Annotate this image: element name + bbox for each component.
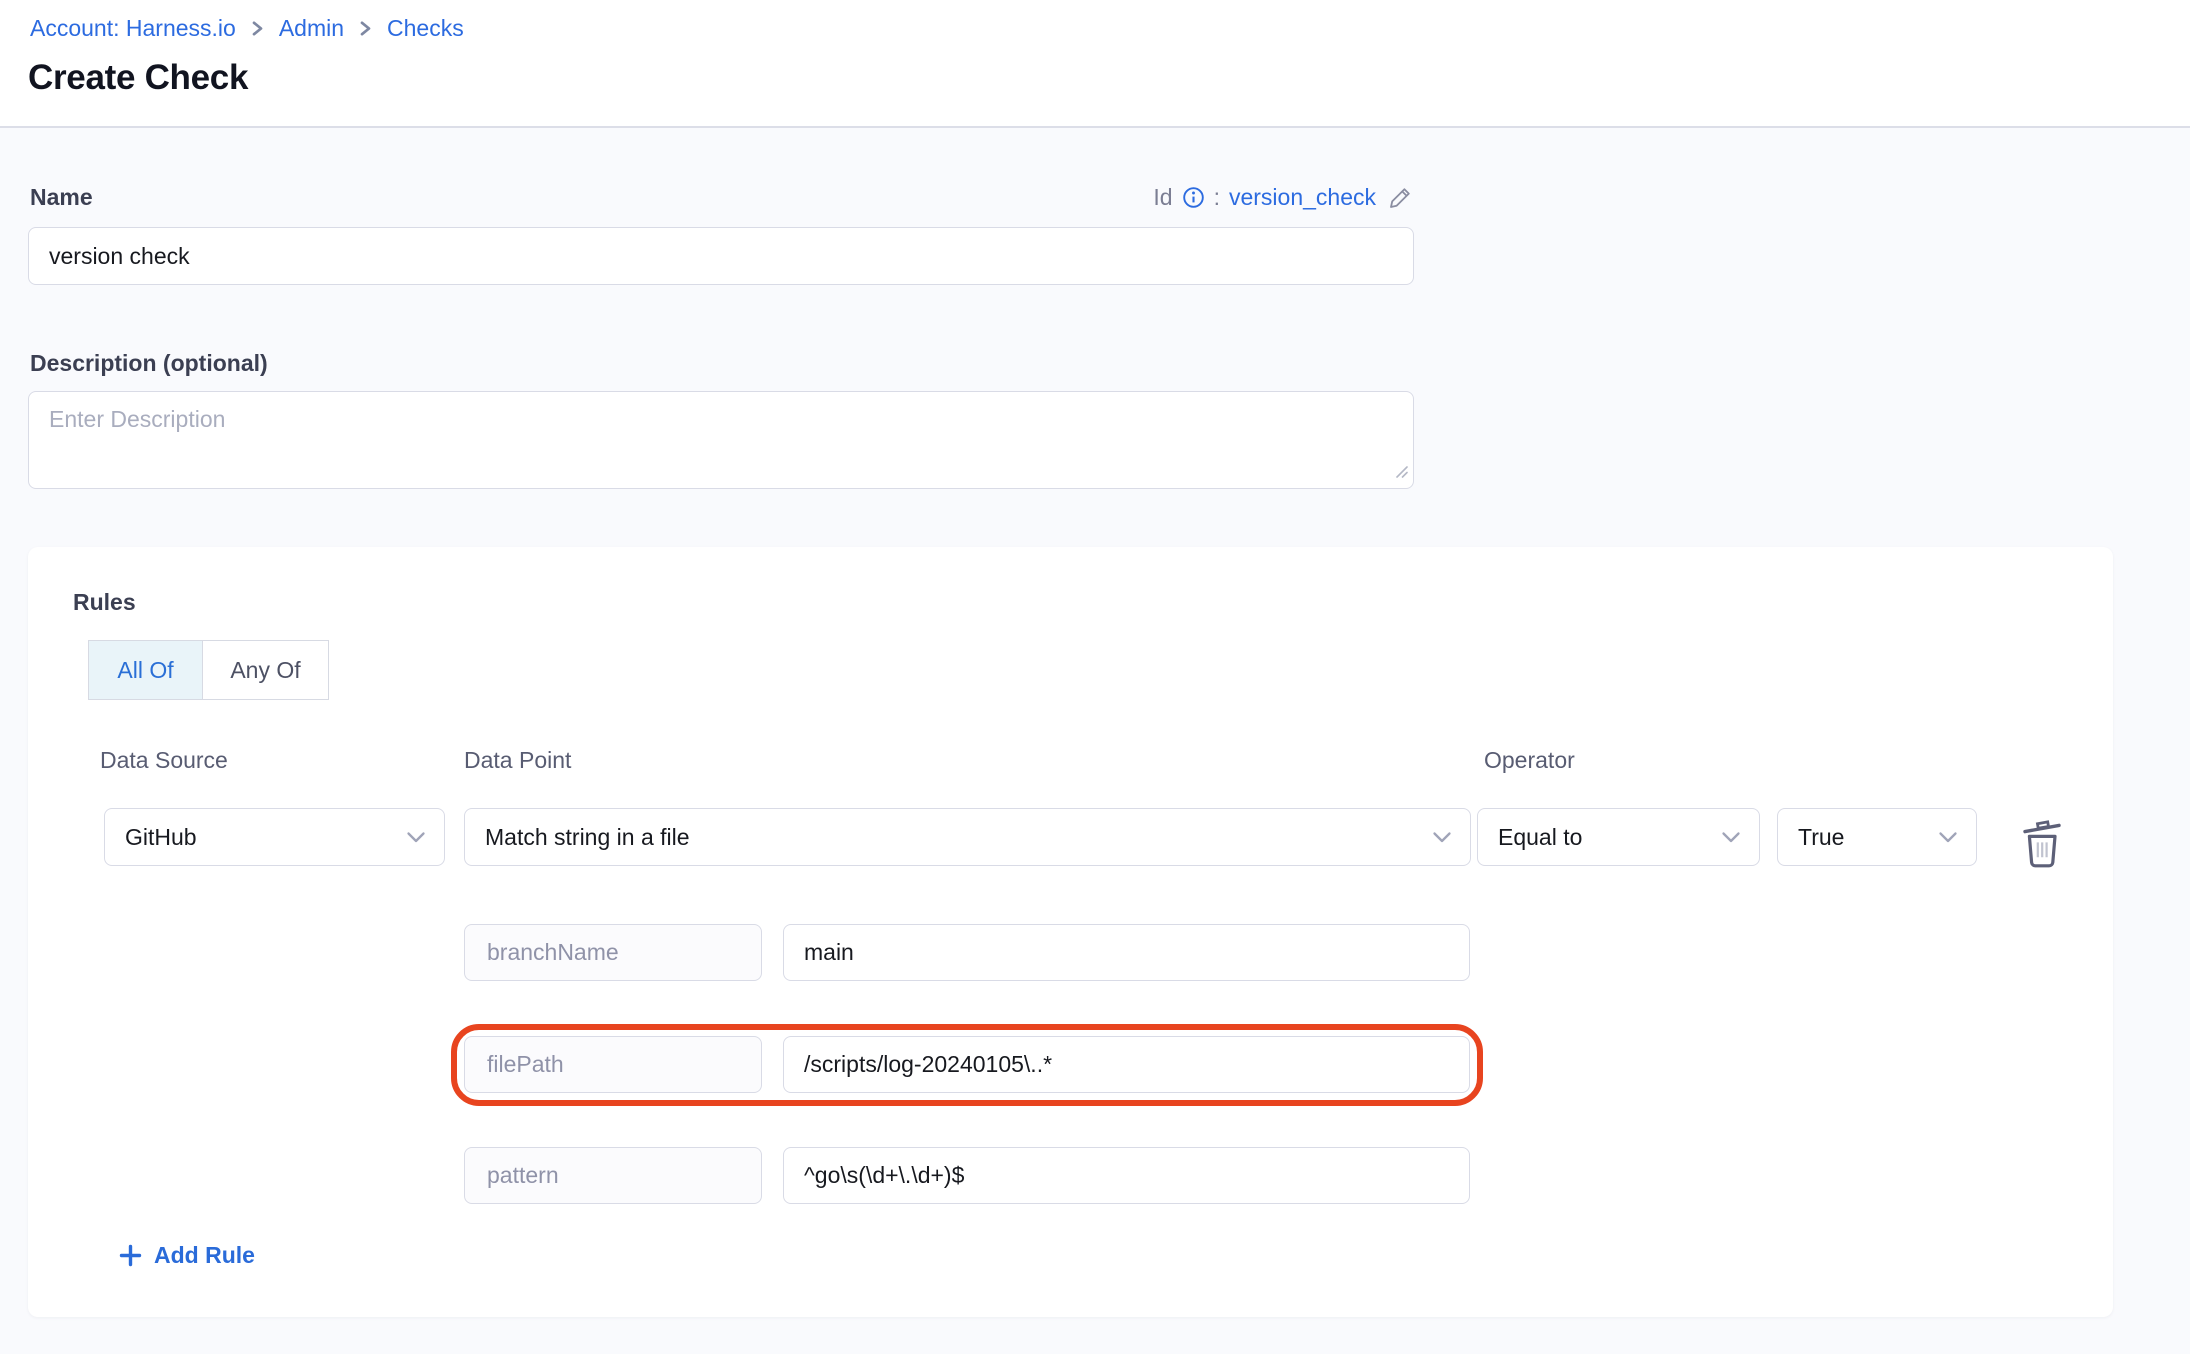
operator-value-value: True xyxy=(1798,824,1844,851)
data-point-label: Data Point xyxy=(464,747,571,774)
trash-icon xyxy=(2019,816,2065,868)
data-point-value: Match string in a file xyxy=(485,824,690,851)
create-check-page: Account: Harness.io Admin Checks Create … xyxy=(0,0,2190,1354)
chevron-down-icon xyxy=(1938,831,1958,844)
param-value-filepath-input[interactable] xyxy=(783,1036,1470,1093)
param-key-pattern: pattern xyxy=(464,1147,762,1204)
description-field-wrap xyxy=(28,391,1414,489)
operator-label: Operator xyxy=(1484,747,1575,774)
chevron-down-icon xyxy=(1432,831,1452,844)
data-source-select[interactable]: GitHub xyxy=(104,808,445,866)
param-key-filepath: filePath xyxy=(464,1036,762,1093)
chevron-right-icon xyxy=(359,20,372,37)
data-source-label: Data Source xyxy=(100,747,228,774)
breadcrumb-checks-link[interactable]: Checks xyxy=(387,15,464,42)
breadcrumb-admin-link[interactable]: Admin xyxy=(279,15,344,42)
edit-pencil-icon[interactable] xyxy=(1387,184,1414,211)
id-colon: : xyxy=(1214,184,1220,211)
operator-select[interactable]: Equal to xyxy=(1477,808,1760,866)
page-title: Create Check xyxy=(28,58,248,98)
param-value-pattern-input[interactable] xyxy=(783,1147,1470,1204)
toggle-all-of-button[interactable]: All Of xyxy=(88,640,203,700)
id-label: Id xyxy=(1153,184,1172,211)
chevron-down-icon xyxy=(1721,831,1741,844)
chevron-right-icon xyxy=(251,20,264,37)
param-value-branchname-input[interactable] xyxy=(783,924,1470,981)
add-rule-button[interactable]: Add Rule xyxy=(118,1242,255,1269)
rules-card: Rules All Of Any Of Data Source Data Poi… xyxy=(28,547,2113,1317)
rules-section-label: Rules xyxy=(73,589,136,616)
breadcrumb: Account: Harness.io Admin Checks xyxy=(30,15,464,42)
data-source-value: GitHub xyxy=(125,824,197,851)
toggle-any-of-button[interactable]: Any Of xyxy=(202,640,329,700)
name-input[interactable] xyxy=(28,227,1414,285)
page-header: Account: Harness.io Admin Checks Create … xyxy=(0,0,2190,128)
chevron-down-icon xyxy=(406,831,426,844)
id-line: Id : version_check xyxy=(1153,184,1414,211)
id-value-link[interactable]: version_check xyxy=(1229,184,1376,211)
delete-rule-button[interactable] xyxy=(2018,815,2066,869)
data-point-select[interactable]: Match string in a file xyxy=(464,808,1471,866)
plus-icon xyxy=(118,1243,143,1268)
info-icon[interactable] xyxy=(1182,186,1205,209)
param-key-branchname: branchName xyxy=(464,924,762,981)
operator-value-select[interactable]: True xyxy=(1777,808,1977,866)
name-label: Name xyxy=(30,184,93,211)
rules-condition-toggle: All Of Any Of xyxy=(88,640,329,700)
description-textarea[interactable] xyxy=(28,391,1414,489)
operator-value: Equal to xyxy=(1498,824,1582,851)
breadcrumb-account-link[interactable]: Account: Harness.io xyxy=(30,15,236,42)
description-label: Description (optional) xyxy=(30,350,268,377)
add-rule-label: Add Rule xyxy=(154,1242,255,1269)
